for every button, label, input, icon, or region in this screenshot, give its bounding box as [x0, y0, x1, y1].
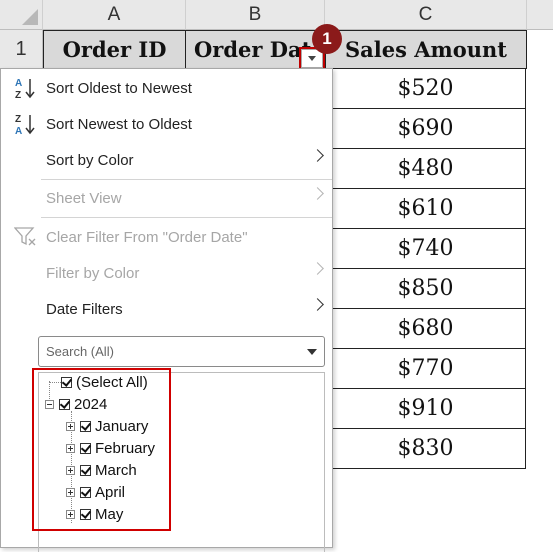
menu-item-label: Sort Oldest to Newest: [46, 79, 192, 97]
menu-divider: [41, 179, 332, 180]
select-all-corner[interactable]: [0, 0, 43, 30]
sales-cell[interactable]: $830: [325, 429, 526, 469]
column-header-c[interactable]: C: [325, 0, 527, 30]
search-input[interactable]: Search (All): [38, 336, 325, 367]
header-order-id[interactable]: Order ID: [43, 30, 186, 69]
chevron-right-icon: [311, 298, 324, 311]
chevron-down-icon[interactable]: [307, 349, 317, 355]
column-header-a[interactable]: A: [43, 0, 186, 30]
sales-cell[interactable]: $910: [325, 389, 526, 429]
sort-ascending-icon: A Z: [15, 78, 35, 100]
chevron-right-icon: [311, 262, 324, 275]
search-placeholder: Search (All): [46, 344, 114, 359]
svg-text:Z: Z: [15, 90, 21, 100]
sort-by-color[interactable]: Sort by Color: [1, 143, 332, 177]
sales-cell[interactable]: $610: [325, 189, 526, 229]
sales-cell[interactable]: $770: [325, 349, 526, 389]
sales-cell[interactable]: $680: [325, 309, 526, 349]
chevron-down-icon: [308, 56, 316, 61]
chevron-right-icon: [311, 187, 324, 200]
step-badge: 1: [312, 24, 342, 54]
column-header-b[interactable]: B: [186, 0, 325, 30]
menu-item-label: Sort by Color: [46, 151, 134, 169]
row-header-1[interactable]: 1: [0, 30, 43, 69]
sheet-view: Sheet View: [1, 181, 332, 215]
sales-cell[interactable]: $690: [325, 109, 526, 149]
clear-filter-icon: [14, 227, 36, 246]
sort-descending-icon: Z A: [15, 114, 35, 136]
chevron-right-icon: [311, 149, 324, 162]
filter-by-color: Filter by Color: [1, 256, 332, 290]
highlight-box: [32, 368, 171, 531]
clear-filter: Clear Filter From "Order Date": [1, 220, 332, 254]
sort-oldest-to-newest[interactable]: A Z Sort Oldest to Newest: [1, 71, 332, 105]
date-filters[interactable]: Date Filters: [1, 292, 332, 326]
svg-text:A: A: [15, 78, 22, 89]
menu-item-label: Sheet View: [46, 189, 122, 207]
svg-text:Z: Z: [15, 114, 21, 125]
sort-newest-to-oldest[interactable]: Z A Sort Newest to Oldest: [1, 107, 332, 141]
sales-cell[interactable]: $740: [325, 229, 526, 269]
sales-cell[interactable]: $480: [325, 149, 526, 189]
column-header-blank[interactable]: [527, 0, 553, 30]
sales-cell[interactable]: $850: [325, 269, 526, 309]
menu-item-label: Clear Filter From "Order Date": [46, 228, 248, 246]
sales-cell[interactable]: $520: [325, 69, 526, 109]
menu-item-label: Date Filters: [46, 300, 123, 318]
menu-item-label: Sort Newest to Oldest: [46, 115, 192, 133]
menu-divider: [41, 217, 332, 218]
svg-text:A: A: [15, 126, 22, 136]
header-sales-amount[interactable]: Sales Amount: [325, 30, 527, 69]
menu-item-label: Filter by Color: [46, 264, 140, 282]
